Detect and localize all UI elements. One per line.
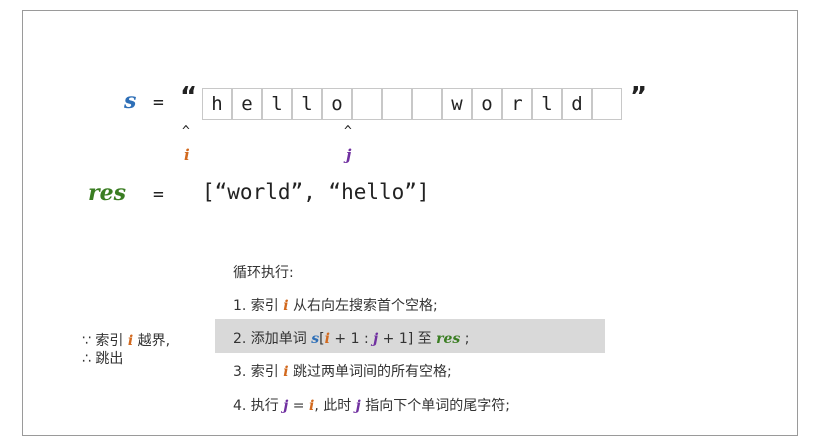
step2-prefix: 2. 添加单词: [233, 331, 307, 347]
string-cell: r: [502, 88, 532, 120]
string-cell: [412, 88, 442, 120]
string-cell: d: [562, 88, 592, 120]
loop-step-3: 3. 索引 i 跳过两单词间的所有空格;: [233, 361, 452, 381]
step4-j: j: [283, 398, 289, 414]
string-cell: [592, 88, 622, 120]
string-cell: e: [232, 88, 262, 120]
string-cell: w: [442, 88, 472, 120]
out-of-bounds-text: 越界,: [137, 333, 171, 349]
close-quote: ”: [630, 82, 648, 112]
step3-prefix: 3. 索引: [233, 364, 279, 380]
step4-j2: j: [355, 398, 361, 414]
res-value: [“world”, “hello”]: [202, 180, 430, 204]
step4-suffix: 指向下个单词的尾字符;: [365, 398, 510, 414]
string-cell: l: [532, 88, 562, 120]
res-variable: res: [88, 180, 126, 206]
s-variable: s: [124, 88, 137, 114]
pointer-j-caret: ^: [344, 124, 352, 139]
step2-res: res: [436, 331, 461, 347]
step1-prefix: 1. 索引: [233, 298, 279, 314]
step2-i: i: [324, 331, 330, 347]
step2-to: 至: [417, 331, 432, 347]
loop-title: 循环执行:: [233, 265, 294, 281]
because-text: ∵ 索引: [82, 333, 124, 349]
step3-i: i: [283, 364, 289, 380]
step4-prefix: 4. 执行: [233, 398, 279, 414]
open-quote: “: [180, 82, 198, 112]
s-equals: =: [153, 92, 164, 113]
step3-suffix: 跳过两单词间的所有空格;: [293, 364, 452, 380]
string-cell: [352, 88, 382, 120]
step2-j: j: [373, 331, 379, 347]
loop-step-2: 2. 添加单词 s[i + 1 : j + 1] 至 res ;: [233, 328, 469, 348]
therefore-break-text: ∴ 跳出: [82, 351, 124, 367]
pointer-i-label: i: [184, 146, 190, 164]
step1-i: i: [283, 298, 289, 314]
step4-mid: , 此时: [314, 398, 352, 414]
string-cell: l: [262, 88, 292, 120]
loop-step-4: 4. 执行 j = i, 此时 j 指向下个单词的尾字符;: [233, 395, 510, 415]
string-cell: o: [322, 88, 352, 120]
string-cell: [382, 88, 412, 120]
pointer-i-caret: ^: [182, 124, 190, 139]
step2-end: + 1]: [382, 331, 414, 347]
string-cell: h: [202, 88, 232, 120]
string-cell: o: [472, 88, 502, 120]
step1-suffix: 从右向左搜索首个空格;: [293, 298, 438, 314]
condition-i: i: [127, 333, 134, 349]
break-condition: ∵ 索引 i 越界,: [82, 330, 170, 350]
step2-semi: ;: [464, 331, 470, 347]
loop-step-1: 1. 索引 i 从右向左搜索首个空格;: [233, 295, 438, 315]
pointer-j-label: j: [346, 146, 352, 164]
step2-s: s: [311, 331, 320, 347]
string-cell: l: [292, 88, 322, 120]
step2-mid: + 1 :: [334, 331, 369, 347]
step4-eq: =: [292, 398, 305, 414]
res-equals: =: [153, 184, 164, 205]
